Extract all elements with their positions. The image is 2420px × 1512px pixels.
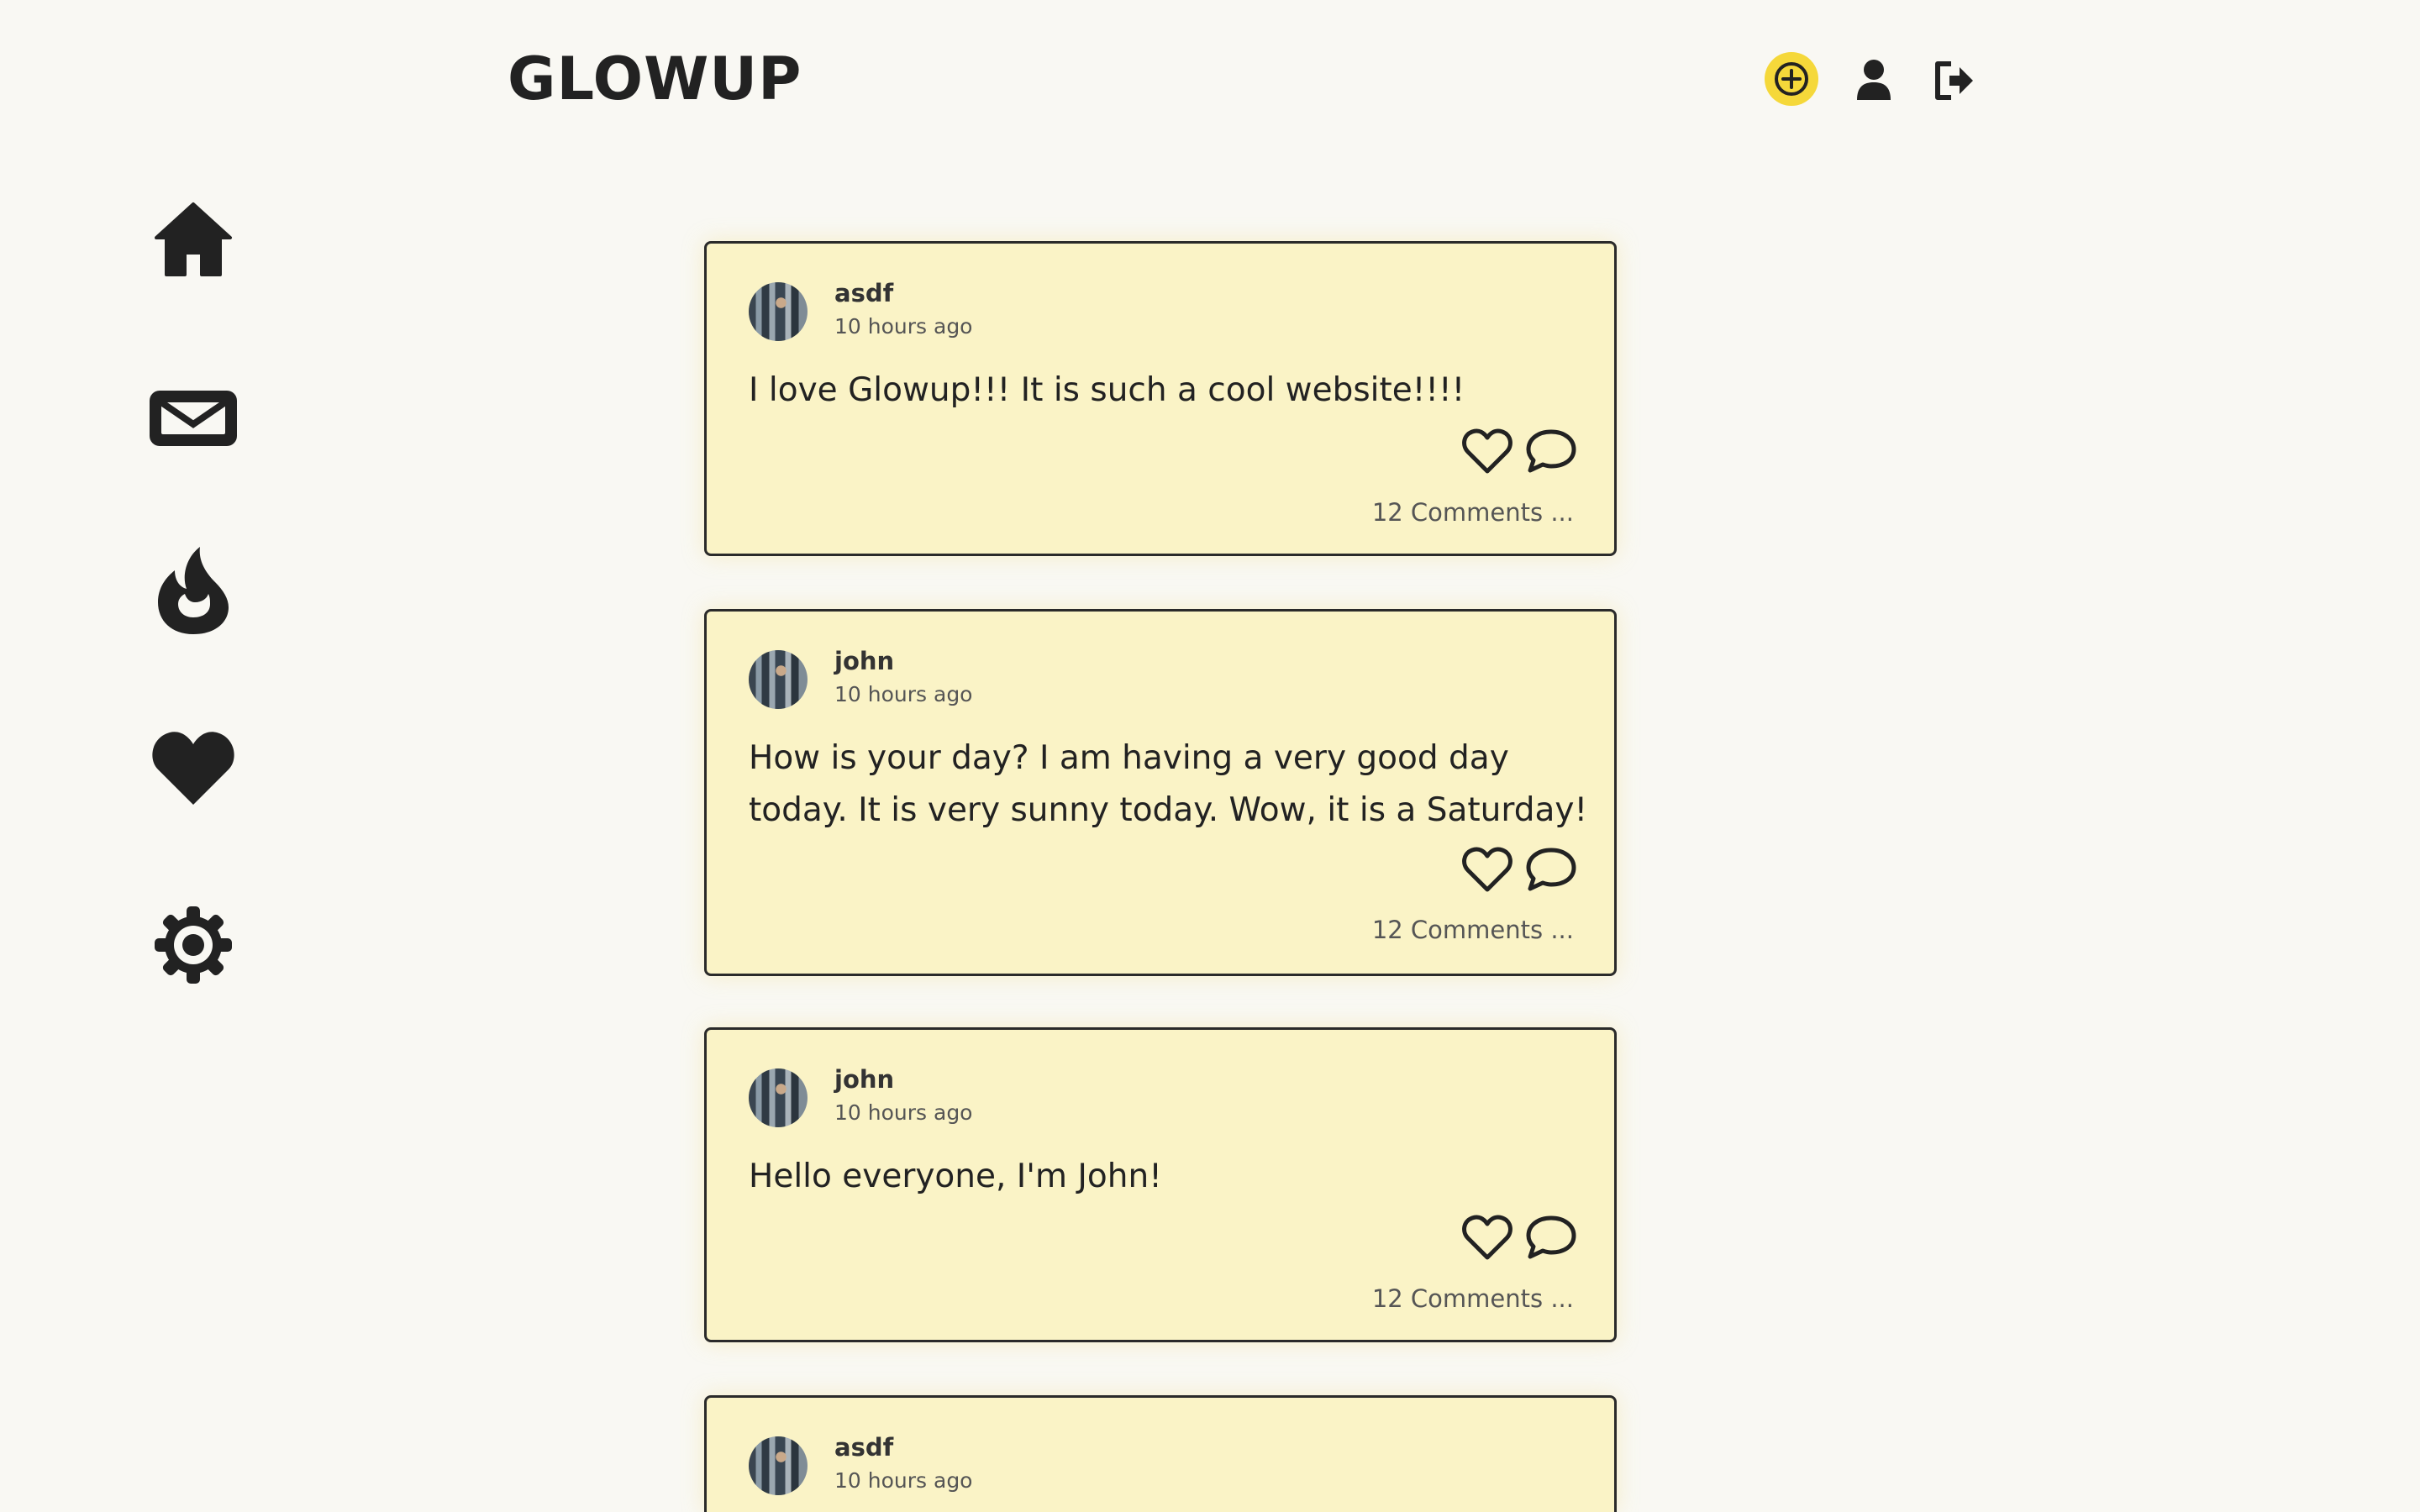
post-actions	[1461, 845, 1579, 897]
logout-icon	[1935, 61, 1973, 100]
comments-link[interactable]: 12 Comments ...	[1372, 498, 1574, 527]
comment-button[interactable]	[1525, 1213, 1577, 1262]
fire-icon	[158, 547, 229, 634]
comment-bubble-icon	[1526, 848, 1576, 891]
sidebar-item-home[interactable]	[143, 193, 244, 286]
like-button[interactable]	[1461, 1213, 1513, 1262]
comment-button[interactable]	[1525, 427, 1577, 475]
post-card[interactable]: john 10 hours ago Hello everyone, I'm Jo…	[704, 1027, 1617, 1342]
profile-button[interactable]	[1854, 58, 1894, 102]
heart-outline-icon	[1462, 428, 1512, 474]
add-post-button[interactable]	[1765, 52, 1818, 106]
post-timestamp: 10 hours ago	[834, 314, 973, 339]
post-timestamp: 10 hours ago	[834, 1468, 973, 1493]
gear-icon	[155, 906, 232, 984]
avatar[interactable]	[749, 1436, 808, 1495]
post-username[interactable]: asdf	[834, 279, 893, 307]
post-timestamp: 10 hours ago	[834, 1100, 973, 1125]
post-username[interactable]: asdf	[834, 1433, 893, 1462]
post-text: Hello everyone, I'm John!	[749, 1158, 1162, 1195]
add-icon	[1775, 62, 1808, 96]
heart-outline-icon	[1462, 847, 1512, 892]
comments-link[interactable]: 12 Comments ...	[1372, 916, 1574, 944]
app-logo[interactable]: GLOWUP	[508, 44, 802, 115]
like-button[interactable]	[1461, 845, 1513, 894]
avatar[interactable]	[749, 650, 808, 709]
comment-bubble-icon	[1526, 1215, 1576, 1259]
post-text: How is your day? I am having a very good…	[749, 739, 1588, 829]
heart-icon	[152, 732, 234, 805]
sidebar-item-likes[interactable]	[143, 722, 244, 814]
post-card[interactable]: asdf 10 hours ago	[704, 1395, 1617, 1512]
comment-bubble-icon	[1526, 429, 1576, 473]
mail-icon	[150, 391, 237, 446]
comment-button[interactable]	[1525, 845, 1577, 894]
logout-button[interactable]	[1933, 59, 1976, 102]
post-actions	[1461, 1213, 1579, 1265]
post-card[interactable]: john 10 hours ago How is your day? I am …	[704, 609, 1617, 976]
sidebar-item-settings[interactable]	[143, 899, 244, 991]
sidebar-item-messages[interactable]	[143, 372, 244, 465]
sidebar-item-trending[interactable]	[143, 544, 244, 637]
avatar[interactable]	[749, 282, 808, 341]
heart-outline-icon	[1462, 1215, 1512, 1260]
post-text: I love Glowup!!! It is such a cool websi…	[749, 371, 1465, 409]
like-button[interactable]	[1461, 427, 1513, 475]
post-actions	[1461, 427, 1579, 479]
post-username[interactable]: john	[834, 1065, 894, 1094]
post-card[interactable]: asdf 10 hours ago I love Glowup!!! It is…	[704, 241, 1617, 556]
user-icon	[1857, 60, 1891, 100]
home-icon	[155, 202, 232, 276]
comments-link[interactable]: 12 Comments ...	[1372, 1284, 1574, 1313]
avatar[interactable]	[749, 1068, 808, 1127]
post-username[interactable]: john	[834, 647, 894, 675]
post-timestamp: 10 hours ago	[834, 682, 973, 706]
